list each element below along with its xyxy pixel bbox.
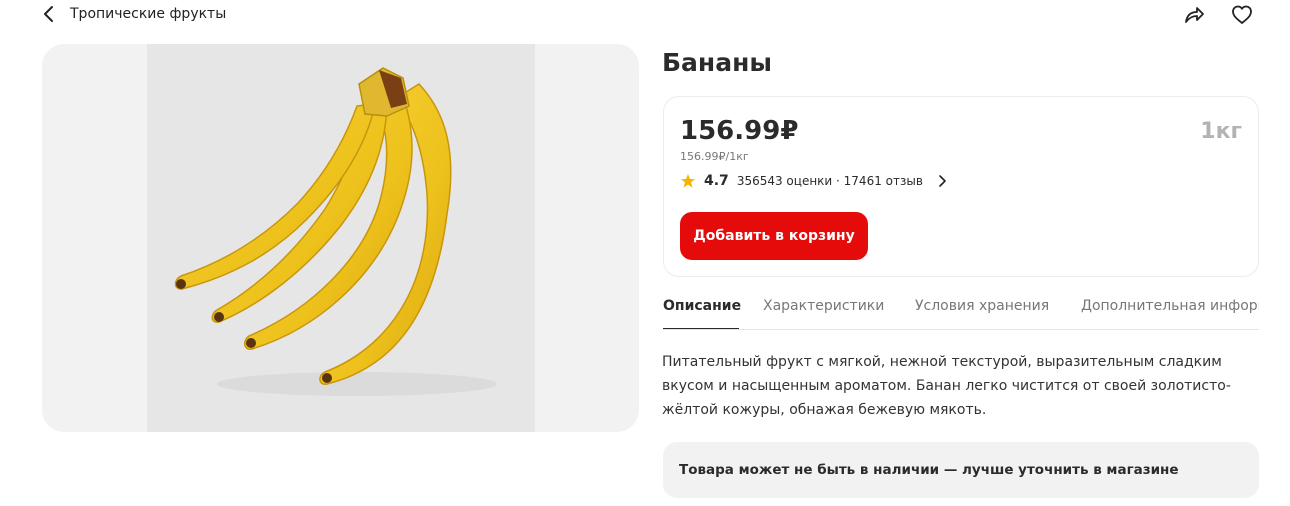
breadcrumb-label: Тропические фрукты xyxy=(70,6,227,22)
active-tab-indicator xyxy=(663,328,739,329)
tab-storage[interactable]: Условия хранения xyxy=(915,296,1049,316)
tab-additional-info[interactable]: Дополнительная информация xyxy=(1081,296,1259,316)
rating-value: 4.7 xyxy=(704,173,729,189)
add-to-cart-button[interactable]: Добавить в корзину xyxy=(680,212,868,260)
back-link[interactable]: Тропические фрукты xyxy=(40,4,226,24)
chevron-right-icon xyxy=(939,175,946,187)
availability-notice: Товара может не быть в наличии — лучше у… xyxy=(663,442,1259,498)
tab-description[interactable]: Описание xyxy=(663,296,741,316)
price: 156.99₽ xyxy=(680,116,799,146)
rating-count: 356543 оценки · 17461 отзыв xyxy=(736,174,923,188)
product-image xyxy=(147,44,535,432)
notice-text: Товара может не быть в наличии — лучше у… xyxy=(679,462,1179,478)
star-icon xyxy=(681,174,695,188)
banana-image xyxy=(174,67,497,396)
weight-label: 1кг xyxy=(1200,119,1242,144)
tab-characteristics[interactable]: Характеристики xyxy=(763,296,884,316)
heart-icon[interactable] xyxy=(1230,3,1254,27)
product-description: Питательный фрукт с мягкой, нежной текст… xyxy=(662,354,1231,418)
price-card: 156.99₽ 156.99₽/1кг 1кг 4.7 356543 оценк… xyxy=(663,96,1259,277)
top-bar: Тропические фрукты xyxy=(0,0,1290,30)
unit-price: 156.99₽/1кг xyxy=(680,150,749,163)
rating-link[interactable]: 4.7 356543 оценки · 17461 отзыв xyxy=(680,171,949,191)
share-icon[interactable] xyxy=(1182,3,1206,27)
product-tabs: Описание Характеристики Условия хранения… xyxy=(663,290,1259,330)
product-title: Бананы xyxy=(662,48,772,77)
product-gallery[interactable] xyxy=(42,44,639,432)
chevron-left-icon xyxy=(44,6,53,22)
